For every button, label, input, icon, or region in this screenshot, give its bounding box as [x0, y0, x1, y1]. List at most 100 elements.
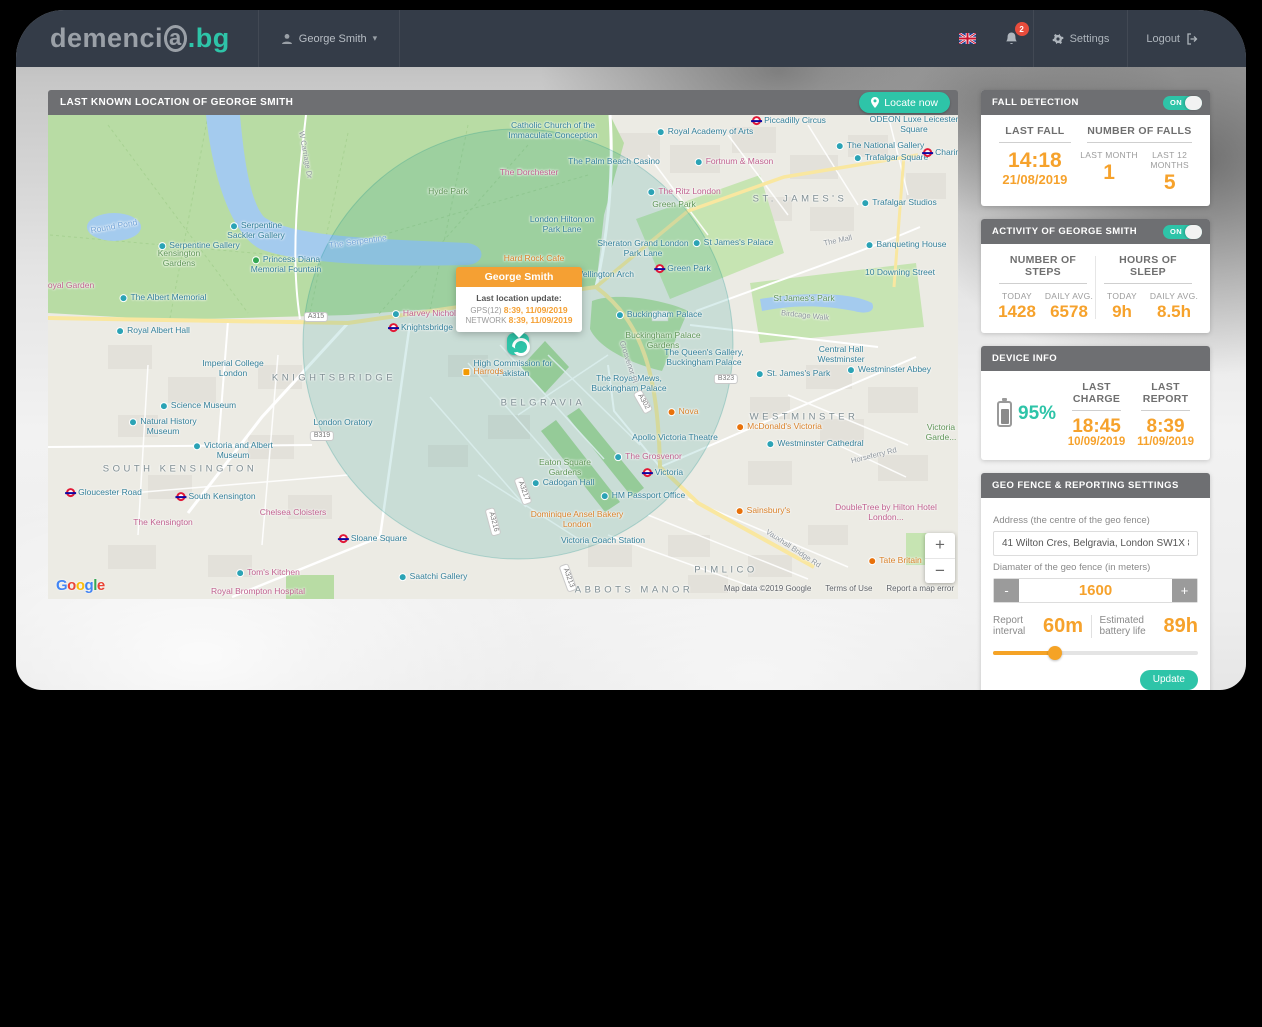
settings-label: Settings — [1070, 33, 1110, 45]
popup-person-name: George Smith — [456, 267, 582, 287]
activity-panel: ACTIVITY OF GEORGE SMITH ON NUMBER OF ST… — [981, 219, 1210, 333]
logout-icon — [1186, 33, 1198, 45]
map-title: LAST KNOWN LOCATION OF GEORGE SMITH — [60, 97, 293, 108]
activity-toggle[interactable]: ON — [1163, 225, 1202, 239]
last-month-value: 1 — [1079, 162, 1140, 184]
report-interval-block: Report interval 60m — [993, 615, 1083, 638]
locate-now-button[interactable]: Locate now — [859, 92, 950, 113]
map-zoom-control: + − — [925, 533, 955, 583]
fall-detection-body: LAST FALL 14:18 21/08/2019 NUMBER OF FAL… — [981, 115, 1210, 206]
steps-label: NUMBER OF STEPS — [999, 254, 1087, 284]
geofence-stats: Report interval 60m Estimated battery li… — [993, 615, 1198, 638]
toggle-knob — [1185, 96, 1202, 110]
report-interval-label: Report interval — [993, 615, 1037, 638]
user-icon — [281, 33, 293, 45]
last-charge-time: 18:45 — [1062, 417, 1131, 436]
report-interval-slider[interactable] — [993, 646, 1198, 660]
popup-body: Last location update: GPS(12) 8:39, 11/0… — [456, 287, 582, 332]
map-data-credit: Map data ©2019 Google — [724, 584, 811, 593]
fall-detection-toggle[interactable]: ON — [1163, 96, 1202, 110]
diameter-increase-button[interactable]: + — [1172, 579, 1197, 602]
last-fall-block: LAST FALL 14:18 21/08/2019 — [991, 125, 1079, 194]
brand-circled-a: a — [164, 25, 187, 52]
slider-fill — [993, 651, 1055, 655]
device-info-title: DEVICE INFO — [992, 353, 1057, 364]
google-logo: Google — [56, 577, 105, 594]
geofence-body: Address (the centre of the geo fence) Di… — [981, 498, 1210, 690]
logout-button[interactable]: Logout — [1127, 10, 1216, 67]
sidebar: FALL DETECTION ON LAST FALL 14:18 21/08/… — [981, 90, 1210, 690]
number-of-falls-label: NUMBER OF FALLS — [1087, 125, 1192, 143]
diameter-decrease-button[interactable]: - — [994, 579, 1019, 602]
steps-block: NUMBER OF STEPS TODAY 1428 DAILY AVG. 65… — [991, 254, 1095, 321]
device-info-header: DEVICE INFO — [981, 346, 1210, 371]
diameter-stepper: - 1600 + — [993, 578, 1198, 603]
activity-title: ACTIVITY OF GEORGE SMITH — [992, 226, 1137, 237]
navbar-right: 2 Settings Logout — [945, 10, 1216, 67]
navbar: demencia.bg George Smith ▾ 2 — [16, 10, 1246, 67]
fall-detection-header: FALL DETECTION ON — [981, 90, 1210, 115]
map-base-art — [48, 115, 958, 599]
last-fall-label: LAST FALL — [999, 125, 1071, 143]
address-input[interactable] — [993, 531, 1198, 556]
fall-detection-title: FALL DETECTION — [992, 97, 1079, 108]
sleep-block: HOURS OF SLEEP TODAY 9h DAILY AVG. 8.5h — [1096, 254, 1200, 321]
daily-avg-label: DAILY AVG. — [1148, 291, 1200, 301]
update-button[interactable]: Update — [1140, 670, 1198, 690]
last-charge-date: 10/09/2019 — [1062, 436, 1131, 448]
map-canvas[interactable]: Catholic Church of the Immaculate Concep… — [48, 115, 958, 599]
user-name: George Smith — [299, 33, 367, 45]
gear-icon — [1052, 33, 1064, 45]
popup-network-value: 8:39, 11/09/2019 — [509, 315, 573, 325]
user-menu[interactable]: George Smith ▾ — [258, 10, 400, 67]
terms-of-use-link[interactable]: Terms of Use — [825, 584, 872, 593]
report-map-error-link[interactable]: Report a map error — [886, 584, 954, 593]
steps-today: TODAY 1428 — [991, 291, 1043, 321]
battery-block: 95% — [991, 401, 1062, 427]
toggle-knob — [1185, 225, 1202, 239]
map-header: LAST KNOWN LOCATION OF GEORGE SMITH Loca… — [48, 90, 958, 115]
toggle-on-label: ON — [1170, 98, 1182, 107]
last-fall-time: 14:18 — [991, 150, 1079, 172]
sleep-label: HOURS OF SLEEP — [1104, 254, 1192, 284]
brand-teal: .bg — [188, 23, 230, 54]
zoom-out-button[interactable]: − — [925, 559, 955, 584]
divider — [1091, 615, 1092, 638]
app-window: demencia.bg George Smith ▾ 2 — [16, 10, 1246, 690]
last-fall-date: 21/08/2019 — [991, 172, 1079, 187]
diameter-value: 1600 — [1019, 579, 1172, 602]
steps-avg-value: 6578 — [1043, 303, 1095, 321]
device-info-body: 95% LAST CHARGE 18:45 10/09/2019 LAST RE… — [981, 371, 1210, 460]
geofence-panel: GEO FENCE & REPORTING SETTINGS Address (… — [981, 473, 1210, 690]
chevron-down-icon: ▾ — [373, 33, 378, 44]
popup-gps-label: GPS(12) — [470, 306, 503, 315]
notifications-button[interactable]: 2 — [990, 10, 1033, 67]
locate-now-label: Locate now — [884, 97, 938, 109]
last-12-months-label: LAST 12 MONTHS — [1139, 150, 1200, 170]
daily-avg-label: DAILY AVG. — [1043, 291, 1095, 301]
diameter-label: Diamater of the geo fence (in meters) — [993, 562, 1198, 573]
battery-life-value: 89h — [1164, 615, 1198, 638]
popup-gps-value: 8:39, 11/09/2019 — [504, 305, 568, 315]
last-12-months-value: 5 — [1139, 172, 1200, 194]
logout-label: Logout — [1146, 33, 1180, 45]
slider-knob[interactable] — [1048, 646, 1062, 660]
sleep-avg: DAILY AVG. 8.5h — [1148, 291, 1200, 321]
sleep-today: TODAY 9h — [1096, 291, 1148, 321]
falls-last-year: LAST 12 MONTHS 5 — [1139, 150, 1200, 194]
last-charge-block: LAST CHARGE 18:45 10/09/2019 — [1062, 381, 1131, 448]
settings-button[interactable]: Settings — [1033, 10, 1128, 67]
geofence-title: GEO FENCE & REPORTING SETTINGS — [992, 480, 1179, 491]
language-flag-button[interactable] — [945, 10, 990, 67]
popup-network-line: NETWORK 8:39, 11/09/2019 — [462, 315, 576, 325]
fall-detection-panel: FALL DETECTION ON LAST FALL 14:18 21/08/… — [981, 90, 1210, 206]
activity-body: NUMBER OF STEPS TODAY 1428 DAILY AVG. 65… — [981, 244, 1210, 333]
steps-today-value: 1428 — [991, 303, 1043, 321]
popup-network-label: NETWORK — [466, 316, 509, 325]
sleep-today-value: 9h — [1096, 303, 1148, 321]
brand-gray: demenci — [50, 23, 163, 54]
zoom-in-button[interactable]: + — [925, 533, 955, 559]
address-label: Address (the centre of the geo fence) — [993, 515, 1198, 526]
popup-gps-line: GPS(12) 8:39, 11/09/2019 — [462, 305, 576, 315]
falls-last-month: LAST MONTH 1 — [1079, 150, 1140, 194]
